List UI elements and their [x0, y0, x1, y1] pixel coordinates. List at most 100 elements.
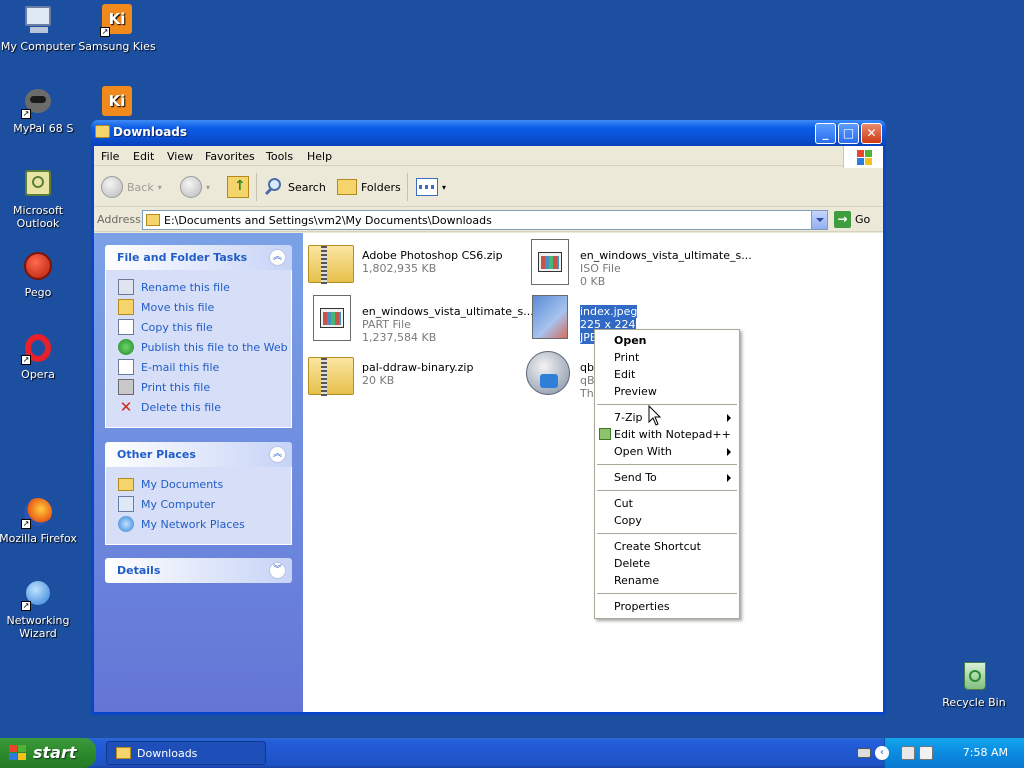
- ctx-properties[interactable]: Properties: [595, 598, 739, 615]
- desktop-icon-recycle-bin[interactable]: Recycle Bin: [934, 660, 1014, 709]
- ctx-open-with[interactable]: Open With: [595, 443, 739, 460]
- up-folder-button[interactable]: ↑: [227, 175, 249, 199]
- desktop-icon-samsung-kies-lite[interactable]: Ki S: [67, 86, 157, 135]
- file-detail-line: 0 KB: [580, 275, 606, 288]
- task-label: Delete this file: [141, 400, 221, 414]
- menu-separator: [597, 593, 737, 594]
- file-item[interactable]: en_windows_vista_ultimate_s... ISO File 0…: [526, 237, 752, 291]
- explorer-window: Downloads _ □ ✕ File Edit View Favorites…: [91, 120, 886, 715]
- menu-file[interactable]: File: [101, 150, 119, 163]
- panel-header[interactable]: Details ︾: [105, 558, 292, 583]
- task-publish-web[interactable]: Publish this file to the Web: [118, 337, 291, 357]
- place-my-computer[interactable]: My Computer: [118, 494, 291, 514]
- collapse-chevron-icon[interactable]: ︽: [269, 446, 286, 463]
- task-move-file[interactable]: Move this file: [118, 297, 291, 317]
- show-hidden-icons-button[interactable]: ‹: [875, 746, 889, 760]
- app-tray-icon[interactable]: [919, 746, 933, 760]
- file-item[interactable]: pal-ddraw-binary.zip 20 KB: [308, 349, 508, 403]
- computer-icon: [118, 496, 134, 512]
- folder-icon: [146, 214, 160, 226]
- task-delete-file[interactable]: ✕ Delete this file: [118, 397, 291, 417]
- place-my-documents[interactable]: My Documents: [118, 474, 291, 494]
- desktop-icon-firefox[interactable]: ↗ Mozilla Firefox: [0, 496, 78, 545]
- panel-header[interactable]: File and Folder Tasks ︽: [105, 245, 292, 270]
- ctx-open[interactable]: Open: [595, 332, 739, 349]
- zip-folder-icon: [308, 239, 356, 287]
- address-label: Address: [97, 213, 141, 226]
- delete-x-icon: ✕: [119, 398, 133, 416]
- views-icon: [416, 178, 438, 196]
- menu-separator: [597, 464, 737, 465]
- taskbar-item-label: Downloads: [137, 747, 198, 760]
- start-label: start: [33, 743, 77, 762]
- task-rename-file[interactable]: Rename this file: [118, 277, 291, 297]
- desktop-icon-label: Networking Wizard: [6, 614, 70, 640]
- address-dropdown-button[interactable]: [811, 211, 827, 229]
- dropdown-arrow-icon: ▾: [206, 182, 211, 192]
- desktop-icon-pego[interactable]: Pego: [0, 250, 78, 299]
- desktop-icon-samsung-kies[interactable]: Ki ↗ Samsung Kies: [77, 4, 157, 53]
- desktop-icon-label: Microsoft Outlook: [12, 204, 64, 230]
- task-copy-file[interactable]: Copy this file: [118, 317, 291, 337]
- ctx-send-to[interactable]: Send To: [595, 469, 739, 486]
- desktop-icon-outlook[interactable]: Microsoft Outlook: [0, 168, 78, 230]
- search-button[interactable]: Search: [264, 175, 326, 199]
- panel-body: My Documents My Computer My Network Plac…: [105, 467, 292, 545]
- ctx-label: Send To: [614, 471, 657, 484]
- ctx-label: 7-Zip: [614, 411, 643, 424]
- ctx-rename[interactable]: Rename: [595, 572, 739, 589]
- ctx-create-shortcut[interactable]: Create Shortcut: [595, 538, 739, 555]
- globe-icon: [118, 339, 134, 355]
- windows-logo-icon: [9, 745, 27, 761]
- desktop-icon-my-computer[interactable]: My Computer: [0, 4, 78, 53]
- go-button[interactable]: → Go: [834, 211, 870, 228]
- ctx-edit-notepadpp[interactable]: Edit with Notepad++: [595, 426, 739, 443]
- keyboard-icon[interactable]: [857, 748, 871, 758]
- taskbar-item-downloads[interactable]: Downloads: [106, 741, 266, 765]
- ctx-preview[interactable]: Preview: [595, 383, 739, 400]
- views-button[interactable]: ▾: [416, 175, 446, 199]
- file-item[interactable]: en_windows_vista_ultimate_s... PART File…: [308, 293, 534, 347]
- collapse-chevron-icon[interactable]: ︽: [269, 249, 286, 266]
- ctx-cut[interactable]: Cut: [595, 495, 739, 512]
- menu-view[interactable]: View: [167, 150, 193, 163]
- network-disconnected-icon[interactable]: [901, 746, 915, 760]
- menu-separator: [597, 490, 737, 491]
- desktop-icon-opera[interactable]: ↗ Opera: [0, 332, 78, 381]
- up-arrow-icon: ↑: [227, 176, 249, 198]
- close-button[interactable]: ✕: [861, 123, 882, 144]
- forward-button[interactable]: ▾: [180, 175, 210, 199]
- file-folder-tasks-panel: File and Folder Tasks ︽ Rename this file…: [105, 245, 292, 428]
- back-arrow-icon: [101, 176, 123, 198]
- ctx-label: Open With: [614, 445, 672, 458]
- ctx-edit[interactable]: Edit: [595, 366, 739, 383]
- window-titlebar[interactable]: Downloads _ □ ✕: [91, 120, 886, 146]
- place-my-network[interactable]: My Network Places: [118, 514, 291, 534]
- desktop-icon-label: Opera: [21, 368, 55, 381]
- menu-edit[interactable]: Edit: [133, 150, 154, 163]
- task-print-file[interactable]: Print this file: [118, 377, 291, 397]
- ctx-copy[interactable]: Copy: [595, 512, 739, 529]
- start-button[interactable]: start: [0, 738, 96, 768]
- menu-help[interactable]: Help: [307, 150, 332, 163]
- mouse-cursor-icon: [648, 405, 662, 426]
- expand-chevron-icon[interactable]: ︾: [269, 562, 286, 579]
- file-item[interactable]: Adobe Photoshop CS6.zip 1,802,935 KB: [308, 237, 518, 291]
- ctx-delete[interactable]: Delete: [595, 555, 739, 572]
- ctx-print[interactable]: Print: [595, 349, 739, 366]
- panel-header[interactable]: Other Places ︽: [105, 442, 292, 467]
- address-input[interactable]: E:\Documents and Settings\vm2\My Documen…: [142, 210, 828, 230]
- minimize-button[interactable]: _: [815, 123, 836, 144]
- file-detail-line: PART File: [362, 318, 411, 331]
- window-title: Downloads: [113, 125, 188, 139]
- folders-button[interactable]: Folders: [337, 175, 401, 199]
- ctx-7zip[interactable]: 7-Zip: [595, 409, 739, 426]
- file-detail-line: ISO File: [580, 262, 621, 275]
- menu-favorites[interactable]: Favorites: [205, 150, 255, 163]
- task-email-file[interactable]: E-mail this file: [118, 357, 291, 377]
- back-button[interactable]: Back ▾: [101, 175, 162, 199]
- menu-tools[interactable]: Tools: [266, 150, 293, 163]
- maximize-button[interactable]: □: [838, 123, 859, 144]
- task-label: Copy this file: [141, 320, 213, 334]
- desktop-icon-networking-wizard[interactable]: ↗ Networking Wizard: [0, 578, 78, 640]
